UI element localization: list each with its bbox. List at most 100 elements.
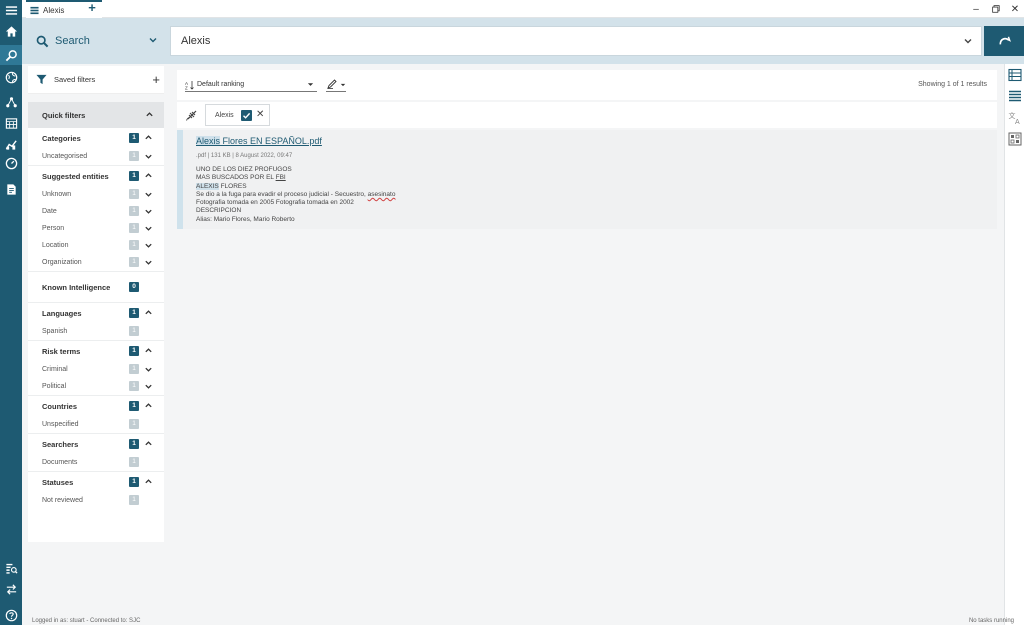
filter-item[interactable]: Spanish 1	[28, 323, 164, 340]
chevron-down-icon[interactable]	[144, 258, 153, 267]
search-icon[interactable]	[0, 45, 22, 65]
remove-chip-icon[interactable]: ✕	[256, 109, 264, 121]
search-mode-select[interactable]: Search	[22, 26, 170, 56]
search-docs-icon[interactable]	[0, 558, 22, 578]
run-search-button[interactable]	[984, 26, 1024, 56]
count-badge: 1	[129, 364, 139, 374]
result-title-link[interactable]: Alexis Flores EN ESPAÑOL.pdf	[196, 136, 322, 146]
chevron-down-icon[interactable]	[144, 207, 153, 216]
count-badge: 1	[129, 495, 139, 505]
filter-group-risk-terms: Risk terms 1 Criminal 1 Political 1	[28, 341, 164, 396]
satellite-icon[interactable]	[185, 108, 199, 122]
sort-icon: AZ	[185, 80, 194, 90]
chevron-up-icon[interactable]	[144, 133, 153, 142]
menu-icon[interactable]	[0, 0, 22, 20]
transfer-icon[interactable]	[0, 579, 22, 599]
filter-group-header[interactable]: Searchers 1	[28, 434, 164, 454]
chevron-down-icon[interactable]	[144, 152, 153, 161]
count-badge: 1	[129, 401, 139, 411]
add-filter-button[interactable]: +	[152, 72, 160, 87]
filter-group-searchers: Searchers 1 Documents 1	[28, 434, 164, 472]
filter-group-statuses: Statuses 1 Not reviewed 1	[28, 472, 164, 509]
chevron-down-icon	[149, 38, 157, 43]
filter-group-header[interactable]: Languages 1	[28, 303, 164, 323]
filter-item[interactable]: Location 1	[28, 237, 164, 254]
globe-icon[interactable]	[0, 67, 22, 87]
filter-group-header[interactable]: Categories 1	[28, 128, 164, 148]
left-icon-rail	[0, 0, 22, 625]
chevron-up-icon[interactable]	[144, 308, 153, 317]
search-chip-bar: Alexis ✕	[177, 102, 997, 128]
chip-label: Alexis	[215, 111, 234, 119]
filter-item[interactable]: Political 1	[28, 378, 164, 395]
grid-view-icon[interactable]	[1008, 132, 1022, 146]
home-icon[interactable]	[0, 21, 22, 41]
filter-group-header[interactable]: Statuses 1	[28, 472, 164, 492]
filter-group-header[interactable]: Countries 1	[28, 396, 164, 416]
chevron-down-icon[interactable]	[144, 382, 153, 391]
chevron-up-icon[interactable]	[144, 171, 153, 180]
filter-item[interactable]: Criminal 1	[28, 361, 164, 378]
chevron-down-icon[interactable]	[144, 190, 153, 199]
divider	[28, 94, 164, 102]
tab-title: Alexis	[43, 5, 65, 15]
filter-group-header[interactable]: Suggested entities 1	[28, 166, 164, 186]
count-badge: 1	[129, 308, 139, 318]
filter-group-header[interactable]: Risk terms 1	[28, 341, 164, 361]
status-bar: Logged in as: stuart - Connected to: SJC…	[22, 616, 1014, 625]
sort-select[interactable]: AZ Default ranking	[185, 78, 317, 92]
chart-icon[interactable]	[0, 134, 22, 154]
filter-panel: Saved filters + Quick filters Categories…	[28, 66, 164, 542]
close-icon[interactable]: ✕	[1006, 0, 1024, 18]
restore-icon[interactable]	[987, 0, 1005, 18]
search-term-chip[interactable]: Alexis ✕	[205, 104, 270, 126]
filter-item[interactable]: Unknown 1	[28, 186, 164, 203]
chevron-down-icon[interactable]	[144, 241, 153, 250]
minimize-icon[interactable]: –	[967, 0, 985, 18]
saved-filters[interactable]: Saved filters +	[28, 66, 164, 94]
filter-item[interactable]: Organization 1	[28, 254, 164, 271]
chevron-up-icon[interactable]	[144, 439, 153, 448]
filter-group-header[interactable]: Known Intelligence 0	[28, 277, 164, 297]
chevron-down-icon[interactable]	[144, 224, 153, 233]
chevron-up-icon[interactable]	[144, 477, 153, 486]
compact-list-icon[interactable]	[1008, 89, 1022, 103]
filter-item[interactable]: Unspecified 1	[28, 416, 164, 433]
annotate-select[interactable]	[326, 78, 346, 92]
filter-item[interactable]: Documents 1	[28, 454, 164, 471]
result-item[interactable]: Alexis Flores EN ESPAÑOL.pdf .pdf | 131 …	[177, 130, 997, 229]
help-icon[interactable]	[0, 605, 22, 625]
compass-icon[interactable]	[0, 153, 22, 173]
filter-item[interactable]: Not reviewed 1	[28, 492, 164, 509]
search-bar: Search Alexis	[22, 18, 1024, 64]
chevron-up-icon[interactable]	[145, 110, 154, 119]
filter-group-known-intelligence: Known Intelligence 0	[28, 272, 164, 303]
count-badge: 1	[129, 457, 139, 467]
svg-text:A: A	[1015, 119, 1020, 125]
translate-icon[interactable]: 文A	[1008, 111, 1022, 125]
calendar-icon[interactable]	[0, 113, 22, 133]
list-icon	[30, 6, 39, 14]
quick-filters-header[interactable]: Quick filters	[28, 102, 164, 128]
new-tab-button[interactable]: +	[85, 1, 99, 15]
filter-item[interactable]: Person 1	[28, 220, 164, 237]
search-input[interactable]: Alexis	[170, 26, 982, 56]
caret-down-icon	[340, 83, 346, 87]
count-badge: 1	[129, 240, 139, 250]
filter-item[interactable]: Date 1	[28, 203, 164, 220]
checkbox-checked[interactable]	[241, 110, 252, 121]
chevron-down-icon[interactable]	[144, 365, 153, 374]
graph-icon[interactable]	[0, 92, 22, 112]
status-left: Logged in as: stuart - Connected to: SJC	[32, 618, 141, 624]
chevron-down-icon[interactable]	[963, 36, 973, 46]
search-query: Alexis	[181, 35, 211, 47]
filter-item[interactable]: Uncategorised 1	[28, 148, 164, 165]
pen-icon	[327, 79, 337, 89]
refresh-icon	[998, 36, 1011, 44]
report-icon[interactable]	[0, 179, 22, 199]
chevron-up-icon[interactable]	[144, 346, 153, 355]
count-badge: 1	[129, 419, 139, 429]
chevron-up-icon[interactable]	[144, 401, 153, 410]
count-badge: 1	[129, 206, 139, 216]
list-view-icon[interactable]	[1008, 68, 1022, 82]
